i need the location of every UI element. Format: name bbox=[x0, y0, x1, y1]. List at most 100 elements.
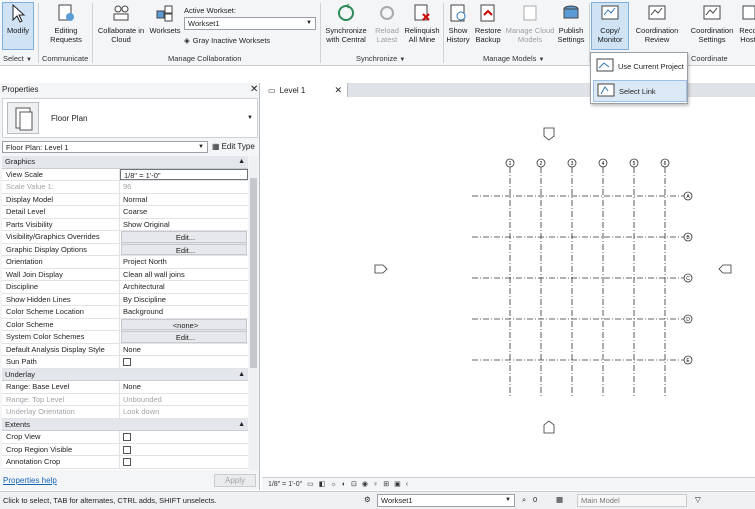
view-scale-control[interactable]: 1/8" = 1'-0" bbox=[268, 481, 302, 488]
table-row[interactable]: Default Analysis Display Style None bbox=[2, 343, 248, 356]
graphic-display-edit-button[interactable]: Edit... bbox=[121, 243, 247, 255]
table-row[interactable]: Detail Level Coarse bbox=[2, 206, 248, 219]
chevron-down-icon: ▼ bbox=[198, 144, 204, 150]
section-header[interactable]: Underlay ▲ bbox=[2, 368, 248, 381]
properties-help-link[interactable]: Properties help bbox=[3, 476, 57, 485]
main-model-select[interactable]: Main Model bbox=[577, 494, 687, 507]
section-header[interactable]: Extents ▲ bbox=[2, 418, 248, 431]
reload-latest-button[interactable]: Reload Latest bbox=[372, 2, 402, 52]
worksets-button[interactable]: Worksets bbox=[149, 2, 181, 52]
copy-monitor-button[interactable]: Copy/ Monitor bbox=[592, 2, 628, 52]
status-bar: Click to select, TAB for alternates, CTR… bbox=[0, 491, 755, 509]
section-header[interactable]: Graphics ▲ bbox=[2, 156, 248, 169]
filter-icon[interactable]: ▽ bbox=[695, 495, 701, 504]
analytical-icon[interactable]: ⊞ bbox=[383, 480, 389, 488]
table-row[interactable]: Discipline Architectural bbox=[2, 281, 248, 294]
grid-label: 6 bbox=[664, 161, 667, 167]
table-row[interactable]: Visibility/Graphics Overrides Edit... bbox=[2, 231, 248, 244]
annotation-crop-checkbox[interactable] bbox=[123, 458, 131, 466]
coordination-settings-button[interactable]: Coordination Settings bbox=[688, 2, 736, 52]
table-row[interactable]: System Color Schemes Edit... bbox=[2, 331, 248, 344]
constraints-icon[interactable]: ▣ bbox=[394, 480, 401, 488]
instance-filter-select[interactable]: Floor Plan: Level 1 ▼ bbox=[2, 141, 208, 153]
reveal-hidden-icon[interactable]: ♀ bbox=[373, 481, 378, 488]
system-color-schemes-edit-button[interactable]: Edit... bbox=[121, 331, 247, 343]
more-icon[interactable]: ‹ bbox=[406, 481, 408, 488]
table-row[interactable]: Crop View bbox=[2, 431, 248, 444]
manage-cloud-models-button[interactable]: Manage Cloud Models bbox=[505, 2, 555, 52]
sun-path-checkbox[interactable] bbox=[123, 358, 131, 366]
relinquish-icon bbox=[411, 2, 433, 24]
crop-view-checkbox[interactable] bbox=[123, 433, 131, 441]
sun-path-icon[interactable]: ☼ bbox=[330, 481, 336, 488]
view-scale-input[interactable]: 1/8" = 1'-0" bbox=[120, 168, 248, 180]
modify-tool[interactable]: Modify bbox=[3, 2, 33, 52]
status-workset-select[interactable]: Workset1 ▼ bbox=[377, 494, 515, 507]
table-row[interactable]: Wall Join Display Clean all wall joins bbox=[2, 268, 248, 281]
table-row[interactable]: Show Hidden Lines By Discipline bbox=[2, 293, 248, 306]
temp-hide-icon[interactable]: ◉ bbox=[362, 480, 368, 488]
grid-label: 5 bbox=[633, 161, 636, 167]
table-row[interactable]: Graphic Display Options Edit... bbox=[2, 243, 248, 256]
elevation-marker-south bbox=[543, 420, 555, 434]
gray-inactive-worksets-button[interactable]: ◈ Gray Inactive Worksets bbox=[184, 36, 270, 45]
properties-panel: Properties ✕ Floor Plan ▼ Floor Plan: Le… bbox=[0, 83, 260, 490]
table-row[interactable]: Color Scheme Location Background bbox=[2, 306, 248, 319]
type-selector[interactable]: Floor Plan ▼ bbox=[2, 98, 258, 138]
modify-label: Modify bbox=[6, 26, 30, 35]
shadows-icon[interactable]: ◐ bbox=[342, 481, 346, 488]
collaborate-in-cloud-button[interactable]: Collaborate in Cloud bbox=[95, 2, 147, 52]
worksets-status-icon[interactable]: ⚙ bbox=[364, 495, 371, 504]
detail-level-icon[interactable]: ▭ bbox=[307, 480, 314, 488]
table-row[interactable]: Crop Region Visible bbox=[2, 443, 248, 456]
manage-collaboration-label: Manage Collaboration bbox=[168, 54, 242, 63]
table-row[interactable]: Range: Base Level None bbox=[2, 381, 248, 394]
properties-scrollbar[interactable] bbox=[249, 156, 258, 470]
editing-requests-button[interactable]: Editing Requests bbox=[44, 2, 88, 52]
active-workset-select[interactable]: Workset1 ▼ bbox=[184, 17, 316, 30]
vg-overrides-edit-button[interactable]: Edit... bbox=[121, 231, 247, 243]
sync-central-button[interactable]: Synchronize with Central bbox=[322, 2, 370, 52]
scrollbar-thumb[interactable] bbox=[250, 178, 257, 368]
table-row[interactable]: Sun Path bbox=[2, 356, 248, 369]
coordination-settings-icon bbox=[701, 2, 723, 24]
design-options-icon[interactable]: ▦ bbox=[556, 495, 563, 504]
reconcile-hosting-button[interactable]: Reco Host bbox=[738, 2, 755, 52]
close-icon[interactable]: ✕ bbox=[334, 85, 342, 96]
select-group-label[interactable]: Select ▼ bbox=[3, 54, 32, 63]
status-message: Click to select, TAB for alternates, CTR… bbox=[3, 496, 217, 505]
tab-level-1[interactable]: ▭ Level 1 ✕ bbox=[262, 83, 348, 97]
table-row[interactable]: Color Scheme <none> bbox=[2, 318, 248, 331]
elevation-marker-north bbox=[543, 127, 555, 141]
editable-count: 0 bbox=[533, 495, 538, 504]
use-current-project-icon bbox=[596, 57, 614, 75]
table-row: Underlay Orientation Look down bbox=[2, 406, 248, 419]
crop-region-visible-checkbox[interactable] bbox=[123, 445, 131, 454]
relinquish-all-button[interactable]: Relinquish All Mine bbox=[404, 2, 440, 52]
elevation-marker-west bbox=[374, 264, 388, 274]
apply-button[interactable]: Apply bbox=[214, 474, 256, 487]
table-row[interactable]: Parts Visibility Show Original bbox=[2, 218, 248, 231]
restore-backup-button[interactable]: Restore Backup bbox=[473, 2, 503, 52]
select-link-item[interactable]: Select Link bbox=[593, 80, 687, 102]
show-history-button[interactable]: Show History bbox=[444, 2, 472, 52]
drawing-canvas[interactable]: 123456ABCDE bbox=[262, 97, 755, 475]
color-scheme-button[interactable]: <none> bbox=[121, 318, 247, 330]
chevron-down-icon: ▼ bbox=[247, 115, 253, 121]
visual-style-icon[interactable]: ◧ bbox=[319, 480, 326, 488]
floor-plan-icon bbox=[7, 102, 39, 134]
history-icon bbox=[447, 2, 469, 24]
use-current-project-item[interactable]: Use Current Project bbox=[593, 55, 687, 77]
table-row[interactable]: View Scale 1/8" = 1'-0" bbox=[2, 168, 248, 181]
edit-type-button[interactable]: ▦ Edit Type bbox=[212, 142, 255, 151]
table-row[interactable]: Display Model Normal bbox=[2, 193, 248, 206]
reload-icon bbox=[376, 2, 398, 24]
coordination-review-button[interactable]: Coordination Review bbox=[634, 2, 680, 52]
crop-icon[interactable]: ⊡ bbox=[351, 480, 357, 488]
table-row[interactable]: Annotation Crop bbox=[2, 456, 248, 469]
close-icon[interactable]: ✕ bbox=[250, 85, 258, 95]
synchronize-group-label: Synchronize ▼ bbox=[356, 54, 406, 63]
editable-only-icon[interactable]: ⌕ bbox=[522, 495, 526, 505]
publish-settings-button[interactable]: Publish Settings bbox=[555, 2, 587, 52]
table-row[interactable]: Orientation Project North bbox=[2, 256, 248, 269]
